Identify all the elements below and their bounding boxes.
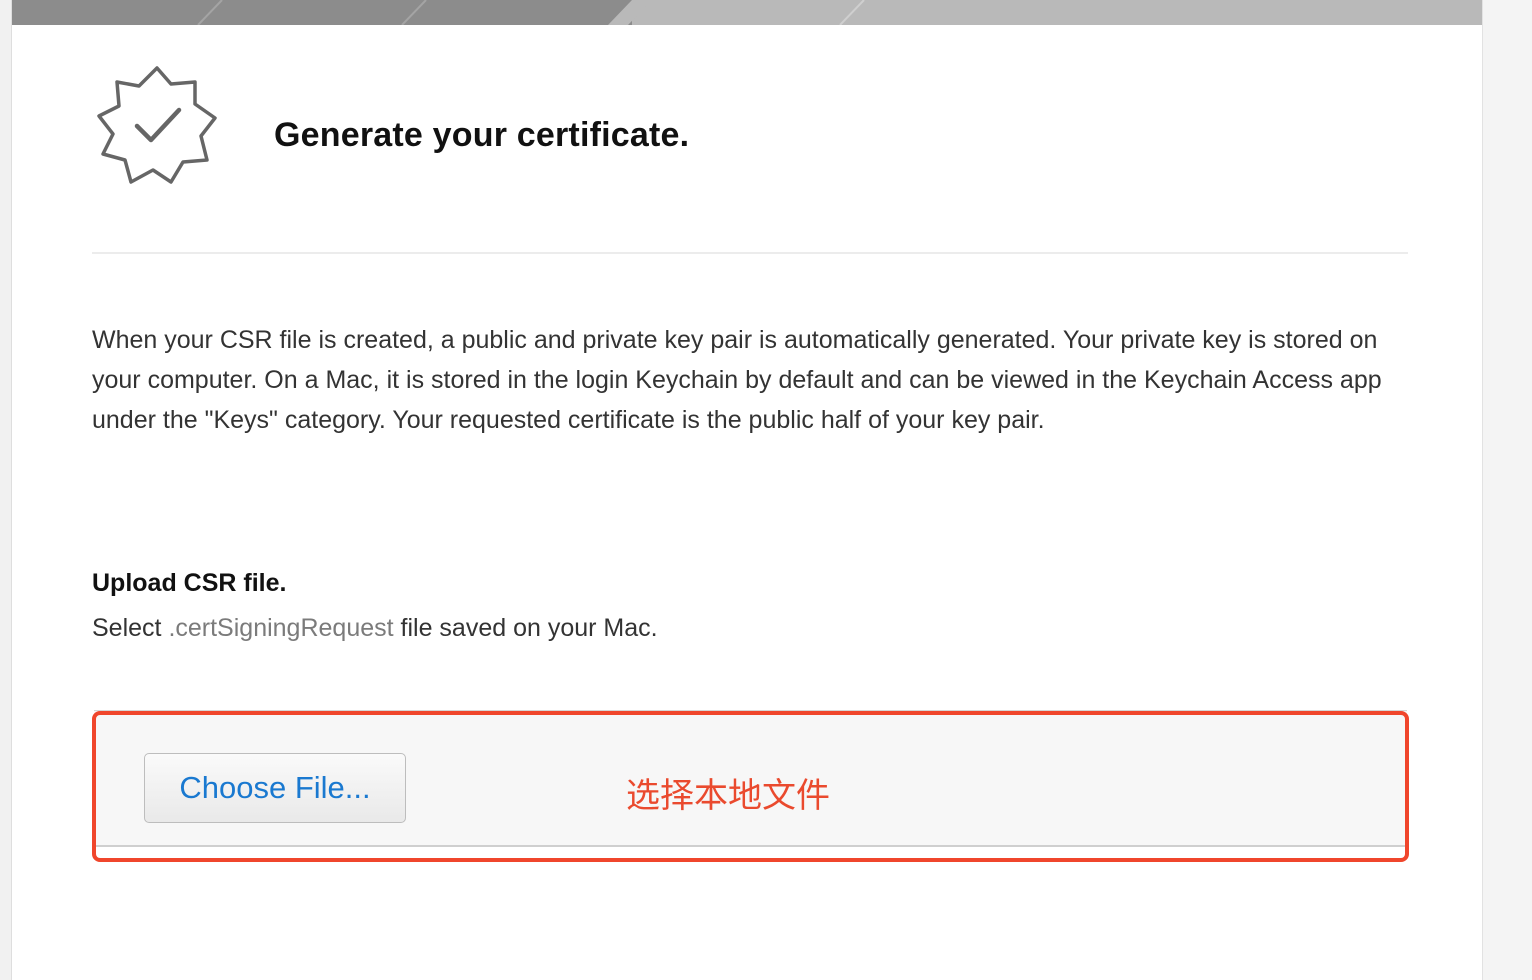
certificate-badge-icon	[97, 66, 217, 184]
annotation-label: 选择本地文件	[626, 776, 830, 816]
right-page-edge	[1482, 0, 1532, 980]
left-page-edge	[0, 0, 12, 980]
upload-instruction: Select .certSigningRequest file saved on…	[92, 614, 658, 643]
file-extension: .certSigningRequest	[168, 614, 394, 642]
instruction-suffix: file saved on your Mac.	[400, 614, 658, 642]
instruction-prefix: Select	[92, 614, 162, 642]
page-title: Generate your certificate.	[274, 116, 690, 154]
progress-stripe-bar	[12, 0, 1482, 25]
certificate-panel: Generate your certificate. When your CSR…	[12, 0, 1482, 980]
upload-heading: Upload CSR file.	[92, 569, 287, 597]
csr-description: When your CSR file is created, a public …	[92, 326, 1382, 434]
section-divider	[92, 252, 1408, 254]
